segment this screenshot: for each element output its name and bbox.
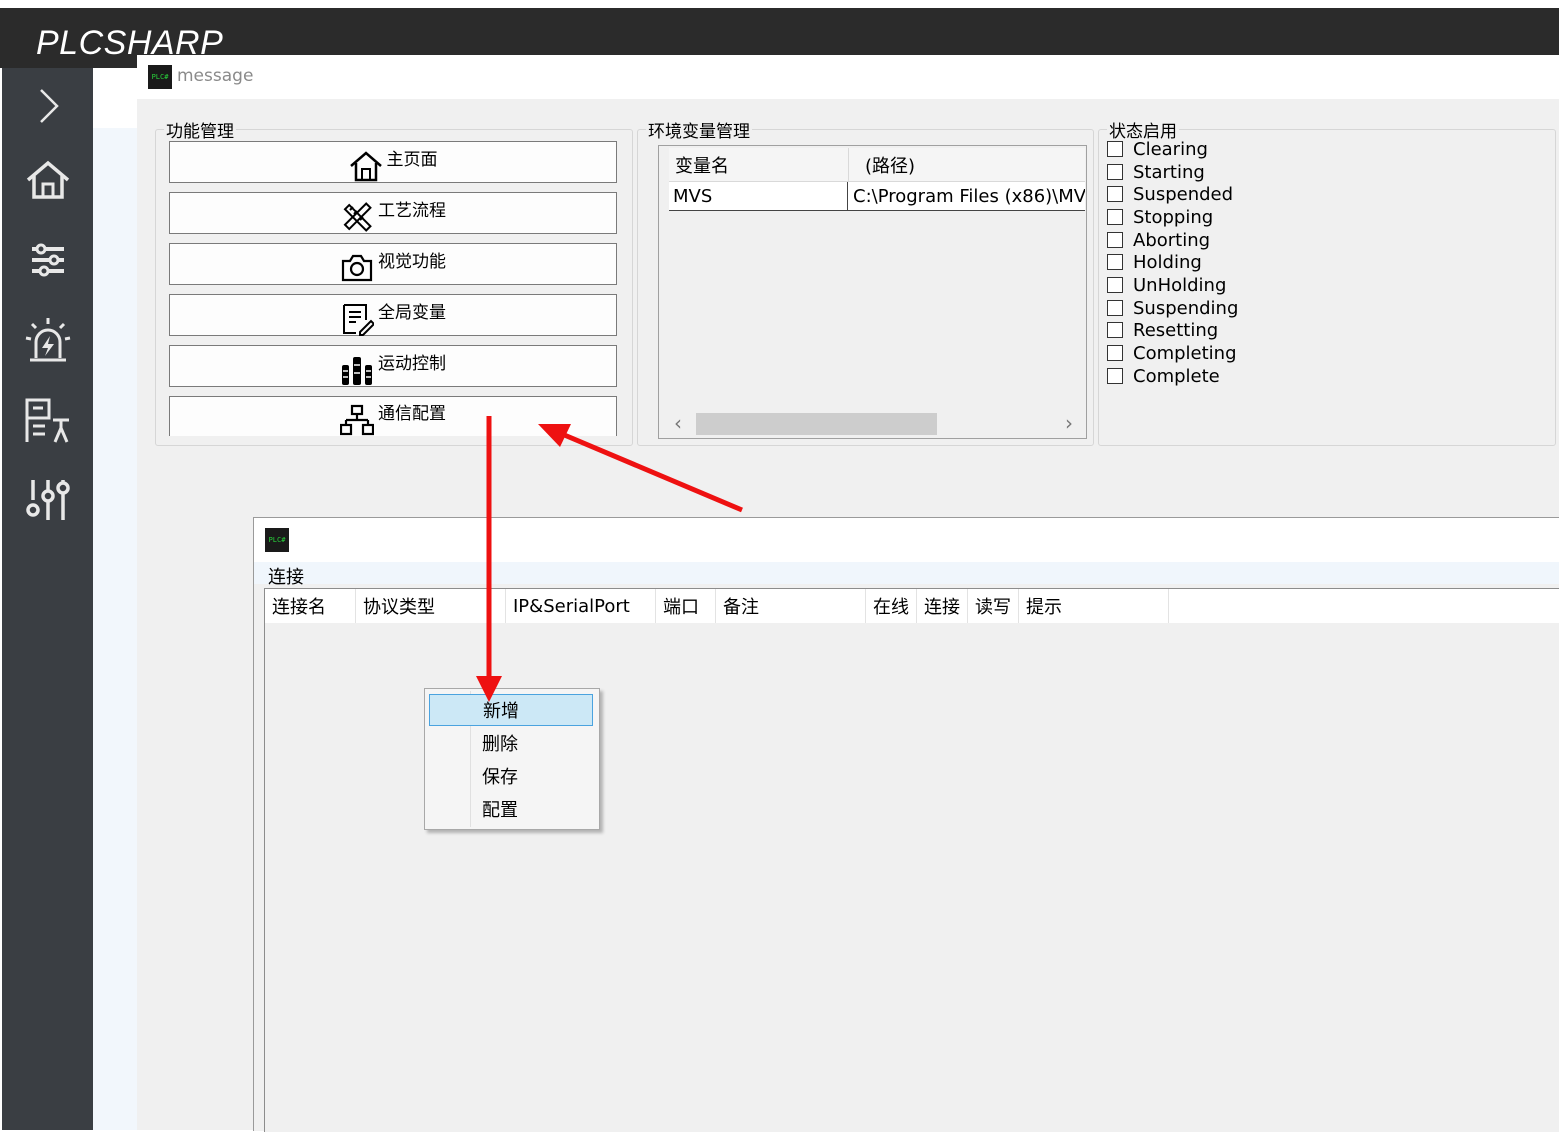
comm-config-label: 通信配置 [378,404,446,424]
connection-grid-header: 连接名 协议类型 IP&SerialPort 端口 备注 在线 连接 读写 提示 [265,589,1559,623]
checkbox-box[interactable] [1107,232,1123,248]
main-page-button[interactable]: 主页面 [169,141,617,183]
scroll-right-icon[interactable]: › [1065,411,1073,435]
state-checkbox-resetting[interactable]: Resetting [1107,319,1218,341]
checkbox-box[interactable] [1107,345,1123,361]
checkbox-box[interactable] [1107,368,1123,384]
connection-window-toolbar [254,562,1559,584]
home-icon [349,151,382,182]
env-group-title: 环境变量管理 [648,122,750,142]
connection-section-label: 连接 [268,567,304,588]
col-online[interactable]: 在线 [866,589,917,623]
state-checkbox-label: Resetting [1133,319,1219,341]
document-edit-icon [343,304,374,336]
context-menu: 新增 删除 保存 配置 [424,688,600,830]
menu-item-add[interactable]: 新增 [429,694,593,726]
motion-control-button[interactable]: 运动控制 [169,345,617,387]
window-app-icon: PLC# [148,65,172,89]
state-checkbox-label: Suspended [1133,183,1234,205]
env-table[interactable]: 变量名 (路径) MVS C:\Program Files (x86)\MVS … [658,145,1087,439]
motion-control-label: 运动控制 [378,353,446,374]
col-remark[interactable]: 备注 [716,589,866,623]
function-group-title: 功能管理 [166,122,234,142]
col-hint[interactable]: 提示 [1019,589,1169,623]
env-col-name[interactable]: 变量名 [675,148,845,181]
scroll-thumb[interactable] [696,413,937,435]
menu-item-config[interactable]: 配置 [429,793,593,825]
checkbox-box[interactable] [1107,300,1123,316]
state-checkbox-label: Complete [1133,365,1220,387]
checkbox-box[interactable] [1107,164,1123,180]
comm-config-button[interactable]: 通信配置 [169,396,617,436]
process-flow-label: 工艺流程 [378,200,446,221]
state-checkbox-label: Aborting [1133,229,1211,251]
state-checkbox-complete[interactable]: Complete [1107,365,1220,387]
state-checkbox-holding[interactable]: Holding [1107,251,1202,273]
state-checkbox-label: Holding [1133,251,1202,273]
window-title: message [177,66,254,86]
checkbox-box[interactable] [1107,186,1123,202]
state-checkbox-label: Suspending [1133,297,1239,319]
checkbox-box[interactable] [1107,322,1123,338]
env-col-path[interactable]: (路径) [848,148,1085,181]
connection-window-titlebar: PLC# [254,518,1559,562]
state-checkbox-stopping[interactable]: Stopping [1107,206,1213,228]
col-connect[interactable]: 连接 [917,589,968,623]
state-checkbox-suspended[interactable]: Suspended [1107,183,1233,205]
state-checkbox-label: Clearing [1133,138,1208,160]
state-checkbox-aborting[interactable]: Aborting [1107,229,1210,251]
checkbox-box[interactable] [1107,209,1123,225]
col-protocol-type[interactable]: 协议类型 [356,589,506,623]
state-checkbox-unholding[interactable]: UnHolding [1107,274,1226,296]
state-checkbox-completing[interactable]: Completing [1107,342,1237,364]
alarm-icon[interactable] [22,314,74,366]
connection-grid[interactable]: 连接名 协议类型 IP&SerialPort 端口 备注 在线 连接 读写 提示 [264,588,1559,1132]
window-app-icon: PLC# [265,528,289,552]
camera-icon [341,254,373,282]
state-checkbox-starting[interactable]: Starting [1107,161,1205,183]
global-variables-button[interactable]: 全局变量 [169,294,617,336]
state-checkbox-label: Starting [1133,161,1205,183]
state-checkbox-suspending[interactable]: Suspending [1107,297,1238,319]
scroll-left-icon[interactable]: ‹ [674,411,682,435]
env-row-path: C:\Program Files (x86)\MVS [847,182,1085,210]
menu-item-delete[interactable]: 删除 [429,727,593,759]
settings-sliders-icon[interactable] [22,234,74,286]
env-table-header: 变量名 (路径) [669,148,1085,182]
checkbox-box[interactable] [1107,254,1123,270]
state-checkbox-label: Completing [1133,342,1237,364]
col-ip-serialport[interactable]: IP&SerialPort [506,589,656,623]
main-window-titlebar: PLC# message [137,55,1559,99]
state-checkbox-label: UnHolding [1133,274,1227,296]
checkbox-box[interactable] [1107,141,1123,157]
background-strip [93,68,137,1130]
global-variables-label: 全局变量 [378,302,446,323]
env-row-name: MVS [673,185,713,207]
main-page-label: 主页面 [386,149,438,170]
process-flow-button[interactable]: 工艺流程 [169,192,617,234]
home-icon[interactable] [22,154,74,206]
menu-item-save[interactable]: 保存 [429,760,593,792]
col-port[interactable]: 端口 [656,589,716,623]
adjust-icon[interactable] [22,474,74,526]
sidebar [2,68,93,1130]
checkbox-box[interactable] [1107,277,1123,293]
staff-icon[interactable] [22,394,74,446]
state-checkbox-clearing[interactable]: Clearing [1107,138,1208,160]
motion-icon [342,357,372,385]
tools-icon [343,202,372,232]
col-connection-name[interactable]: 连接名 [265,589,356,623]
table-row[interactable]: MVS C:\Program Files (x86)\MVS [669,182,1085,211]
expand-chevron-icon[interactable] [22,80,74,132]
state-checkbox-label: Stopping [1133,206,1214,228]
vision-label: 视觉功能 [378,251,446,272]
network-icon [340,404,374,435]
vision-button[interactable]: 视觉功能 [169,243,617,285]
env-horizontal-scrollbar[interactable]: ‹ › [659,410,1086,438]
col-read-write[interactable]: 读写 [968,589,1019,623]
